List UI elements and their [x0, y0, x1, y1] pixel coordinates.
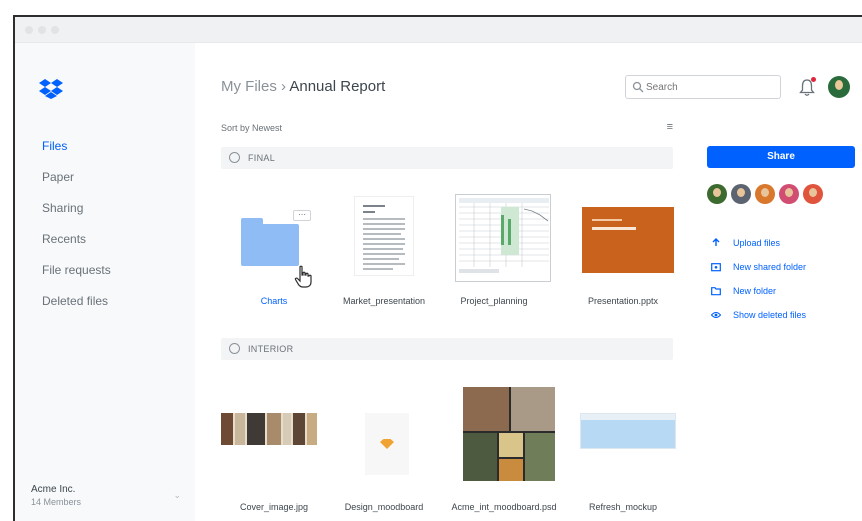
hand-pointer-icon: [294, 265, 312, 288]
section-label: INTERIOR: [248, 344, 294, 354]
member-avatar[interactable]: [755, 184, 775, 204]
member-avatar[interactable]: [803, 184, 823, 204]
chevron-down-icon: ⌄: [173, 490, 181, 500]
spreadsheet-thumbnail: [455, 194, 551, 282]
presentation-thumbnail: [582, 207, 674, 273]
breadcrumb: My Files › Annual Report: [221, 78, 385, 95]
upload-files-action[interactable]: Upload files: [711, 237, 806, 261]
clock-icon: [229, 343, 240, 354]
upload-icon: [712, 238, 720, 246]
section-label: FINAL: [248, 153, 276, 163]
sidebar-item-files[interactable]: Files: [42, 139, 111, 170]
shared-folder-icon: [711, 263, 721, 272]
breadcrumb-separator: ›: [281, 78, 287, 95]
window-controls[interactable]: [25, 26, 59, 34]
member-avatar[interactable]: [731, 184, 751, 204]
search-input[interactable]: [646, 79, 776, 95]
clock-icon: [229, 152, 240, 163]
image-thumbnail: [221, 413, 317, 445]
app-window: Files Paper Sharing Recents File request…: [13, 15, 862, 521]
folder-icon: [711, 287, 721, 296]
sidebar-item-paper[interactable]: Paper: [42, 170, 111, 201]
sort-dropdown[interactable]: Sort by Newest: [221, 123, 282, 133]
sketch-thumbnail: [365, 413, 409, 475]
diamond-icon: [380, 439, 394, 449]
mockup-thumbnail: [580, 413, 676, 449]
member-avatar[interactable]: [707, 184, 727, 204]
team-member-count: 14 Members: [31, 497, 82, 507]
file-name[interactable]: Project_planning: [429, 295, 559, 307]
moodboard-thumbnail: [463, 387, 555, 481]
document-thumbnail: [354, 196, 414, 276]
more-options-button[interactable]: ⋯: [293, 210, 311, 221]
section-header-interior[interactable]: INTERIOR: [221, 338, 673, 360]
eye-icon: [711, 311, 721, 319]
search-icon: [632, 81, 644, 93]
list-view-icon[interactable]: ≡: [667, 121, 673, 133]
sidebar-item-deleted-files[interactable]: Deleted files: [42, 294, 111, 325]
team-switcher[interactable]: Acme Inc. 14 Members ⌄: [31, 484, 181, 507]
new-shared-folder-action[interactable]: New shared folder: [711, 261, 806, 285]
sidebar-item-sharing[interactable]: Sharing: [42, 201, 111, 232]
team-name: Acme Inc.: [31, 484, 76, 495]
dropbox-logo-icon[interactable]: [39, 79, 63, 99]
notification-badge: [811, 77, 816, 82]
new-folder-action[interactable]: New folder: [711, 285, 806, 309]
file-name[interactable]: Presentation.pptx: [558, 295, 688, 307]
page-title: Annual Report: [289, 78, 386, 95]
show-deleted-files-action[interactable]: Show deleted files: [711, 309, 806, 333]
file-name[interactable]: Refresh_mockup: [558, 501, 688, 513]
action-list: Upload files New shared folder New folde…: [711, 237, 806, 333]
folder-icon: [241, 218, 299, 266]
sidebar-nav: Files Paper Sharing Recents File request…: [42, 139, 111, 325]
window-titlebar: [15, 17, 862, 43]
file-name[interactable]: Design_moodboard: [319, 501, 449, 513]
share-button[interactable]: Share: [707, 146, 855, 168]
search-box[interactable]: [625, 75, 781, 99]
user-avatar[interactable]: [828, 76, 850, 98]
member-avatar[interactable]: [779, 184, 799, 204]
sidebar-item-recents[interactable]: Recents: [42, 232, 111, 263]
sidebar-item-file-requests[interactable]: File requests: [42, 263, 111, 294]
notifications-button[interactable]: [797, 76, 817, 98]
sort-row: Sort by Newest ≡: [221, 121, 673, 139]
breadcrumb-parent[interactable]: My Files: [221, 78, 277, 95]
file-name[interactable]: Acme_int_moodboard.psd: [439, 501, 569, 513]
section-header-final[interactable]: FINAL: [221, 147, 673, 169]
shared-members: [707, 184, 823, 204]
sidebar: Files Paper Sharing Recents File request…: [15, 43, 195, 521]
